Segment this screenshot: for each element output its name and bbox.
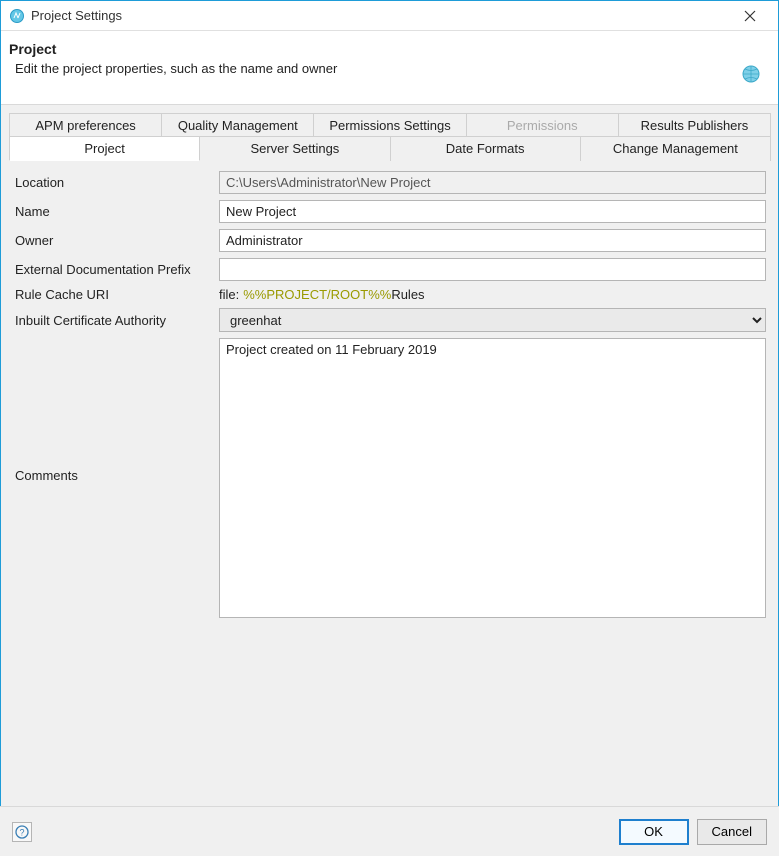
- tab-change-management[interactable]: Change Management: [580, 136, 771, 161]
- field-owner[interactable]: [219, 229, 766, 252]
- tab-permissions-settings[interactable]: Permissions Settings: [313, 113, 466, 137]
- tab-date-formats[interactable]: Date Formats: [390, 136, 581, 161]
- header-text: Project Edit the project properties, suc…: [9, 41, 337, 76]
- titlebar: Project Settings: [1, 1, 778, 31]
- field-location: C:\Users\Administrator\New Project: [219, 171, 766, 194]
- label-name: Name: [13, 204, 219, 219]
- tabs-container: APM preferences Quality Management Permi…: [9, 113, 770, 161]
- cancel-button[interactable]: Cancel: [697, 819, 767, 845]
- row-comments: Comments: [13, 338, 766, 621]
- row-rulecache: Rule Cache URI file: %%PROJECT/ROOT%%Rul…: [13, 287, 766, 302]
- label-cert: Inbuilt Certificate Authority: [13, 313, 219, 328]
- button-bar: ? OK Cancel: [0, 806, 779, 856]
- ok-button[interactable]: OK: [619, 819, 689, 845]
- tab-apm-preferences[interactable]: APM preferences: [9, 113, 162, 137]
- tab-row-2: Project Server Settings Date Formats Cha…: [9, 136, 770, 161]
- tab-project[interactable]: Project: [9, 136, 200, 161]
- field-rulecache[interactable]: %%PROJECT/ROOT%%Rules: [243, 287, 424, 302]
- tab-server-settings[interactable]: Server Settings: [199, 136, 390, 161]
- row-name: Name: [13, 200, 766, 223]
- rulecache-scheme: file:: [219, 287, 239, 302]
- field-name[interactable]: [219, 200, 766, 223]
- label-comments: Comments: [13, 338, 219, 483]
- form-panel: Location C:\Users\Administrator\New Proj…: [9, 161, 770, 637]
- window-title: Project Settings: [31, 8, 730, 23]
- close-icon: [744, 10, 756, 22]
- row-extdoc: External Documentation Prefix: [13, 258, 766, 281]
- field-comments[interactable]: [219, 338, 766, 618]
- label-extdoc: External Documentation Prefix: [13, 262, 219, 277]
- label-location: Location: [13, 175, 219, 190]
- body-area: APM preferences Quality Management Permi…: [1, 105, 778, 809]
- tab-row-1: APM preferences Quality Management Permi…: [9, 113, 770, 137]
- header-title: Project: [9, 41, 337, 57]
- header-globe-icon: [742, 65, 760, 86]
- field-extdoc[interactable]: [219, 258, 766, 281]
- row-cert: Inbuilt Certificate Authority greenhat: [13, 308, 766, 332]
- svg-text:?: ?: [19, 827, 24, 837]
- label-rulecache: Rule Cache URI: [13, 287, 219, 302]
- row-location: Location C:\Users\Administrator\New Proj…: [13, 171, 766, 194]
- help-button[interactable]: ?: [12, 822, 32, 842]
- help-icon: ?: [15, 825, 29, 839]
- close-button[interactable]: [730, 1, 770, 30]
- tab-results-publishers[interactable]: Results Publishers: [618, 113, 771, 137]
- tab-quality-management[interactable]: Quality Management: [161, 113, 314, 137]
- header-description: Edit the project properties, such as the…: [15, 61, 337, 76]
- tab-permissions: Permissions: [466, 113, 619, 137]
- field-cert[interactable]: greenhat: [219, 308, 766, 332]
- label-owner: Owner: [13, 233, 219, 248]
- row-owner: Owner: [13, 229, 766, 252]
- app-icon: [9, 8, 25, 24]
- rulecache-suffix: Rules: [391, 287, 424, 302]
- rulecache-var: %%PROJECT/ROOT%%: [243, 287, 391, 302]
- header-area: Project Edit the project properties, suc…: [1, 31, 778, 105]
